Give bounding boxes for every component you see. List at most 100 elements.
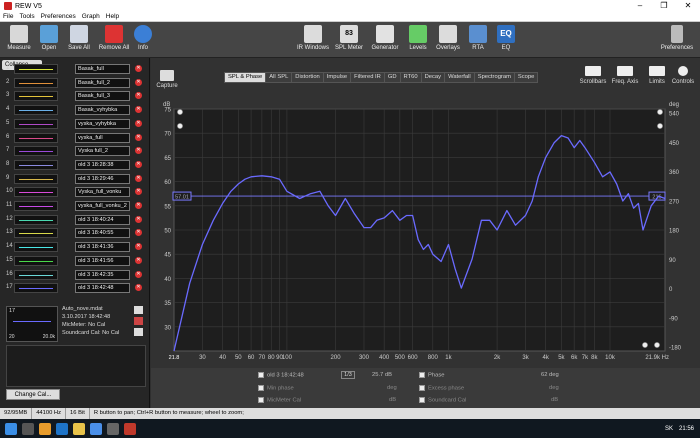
app-taskbar-icon[interactable] (107, 422, 119, 435)
explorer-icon[interactable] (73, 422, 85, 435)
menu-graph[interactable]: Graph (79, 13, 103, 20)
measurement-row[interactable]: 17 old 3 18:42:48 ✕ (0, 282, 148, 294)
eq-button[interactable]: EQ EQ (491, 25, 521, 57)
store-icon[interactable] (90, 422, 102, 435)
measurement-thumbnail[interactable] (14, 64, 58, 74)
edit-icon[interactable] (134, 317, 143, 325)
measurement-name-field[interactable]: old 3 18:41:36 (75, 242, 130, 253)
ir-windows-button[interactable]: IR Windows (296, 25, 330, 57)
measurement-name-field[interactable]: vyska_full (75, 132, 130, 143)
delete-measurement-icon[interactable]: ✕ (135, 284, 142, 292)
measurement-row[interactable]: 8 old 3 18:28:38 ✕ (0, 159, 148, 171)
menu-help[interactable]: Help (103, 13, 122, 20)
soundcard-cal-checkbox[interactable] (419, 397, 425, 403)
notes-icon[interactable] (134, 306, 143, 314)
save-all-button[interactable]: Save All (64, 25, 94, 57)
delete-measurement-icon[interactable]: ✕ (135, 270, 142, 278)
measurement-row[interactable]: 12 old 3 18:40:24 ✕ (0, 214, 148, 226)
delete-measurement-icon[interactable]: ✕ (135, 65, 142, 72)
measurement-name-field[interactable]: Basak_full_2 (75, 77, 130, 88)
menu-preferences[interactable]: Preferences (38, 13, 79, 20)
spl-chart[interactable]: 75 70 65 60 55 50 45 40 35 30 540 450 360 270 180 90 0 -9… (151, 58, 700, 368)
edge-icon[interactable] (56, 422, 68, 435)
tray-language[interactable]: SK (665, 426, 673, 432)
search-icon[interactable] (22, 422, 34, 435)
measurement-name-field[interactable]: old 3 18:28:38 (75, 159, 130, 170)
measurement-name-field[interactable]: old 3 18:40:24 (75, 214, 130, 225)
measurement-name-field[interactable]: Basak_vyhybka (75, 105, 130, 116)
measurement-row[interactable]: 7 Vyska full_2 ✕ (0, 145, 148, 157)
legend-row-excess-phase[interactable]: Excess phase (419, 385, 464, 392)
tray-clock[interactable]: 21:56 (679, 426, 694, 432)
measurement-name-field[interactable]: vyska_vyhybka (75, 118, 130, 129)
zoom-icon[interactable] (177, 123, 183, 129)
excess-phase-checkbox[interactable] (419, 385, 425, 391)
measurement-row[interactable]: 4 Basak_vyhybka ✕ (0, 104, 148, 116)
measurement-name-field[interactable]: old 3 18:41:56 (75, 255, 130, 266)
delete-measurement-icon[interactable]: ✕ (135, 188, 142, 196)
delete-measurement-icon[interactable]: ✕ (135, 78, 142, 86)
measurement-thumbnail[interactable] (14, 269, 58, 280)
legend-row-micmeter-cal[interactable]: MicMeter Cal (258, 397, 301, 404)
delete-measurement-icon[interactable]: ✕ (135, 147, 142, 155)
delete-measurement-icon[interactable]: ✕ (135, 229, 142, 237)
delete-measurement-icon[interactable]: ✕ (135, 256, 142, 264)
menu-file[interactable]: File (0, 13, 16, 20)
close-button[interactable]: ✕ (676, 0, 700, 12)
maximize-button[interactable]: ❐ (652, 0, 676, 12)
measurement-name-field[interactable]: Basak_full_3 (75, 91, 130, 102)
delete-measurement-icon[interactable]: ✕ (135, 243, 142, 251)
measurement-checkbox[interactable] (258, 372, 264, 378)
measurement-row[interactable]: 1 Basak_full ✕ (0, 63, 148, 75)
start-icon[interactable] (5, 422, 17, 435)
micmeter-cal-checkbox[interactable] (258, 397, 264, 403)
rew-taskbar-icon[interactable] (124, 422, 136, 435)
measurement-name-field[interactable]: vyska_full_vonku_2 (75, 201, 130, 211)
measurement-thumbnail[interactable] (14, 132, 58, 143)
measurement-thumbnail[interactable] (14, 228, 58, 239)
measurement-thumbnail[interactable] (14, 201, 58, 211)
measurement-name-field[interactable]: Basak_full (75, 64, 130, 74)
measurement-row[interactable]: 13 old 3 18:40:55 ✕ (0, 227, 148, 239)
measurement-name-field[interactable]: Vyska full_2 (75, 146, 130, 157)
legend-row-soundcard-cal[interactable]: Soundcard Cal (419, 397, 466, 404)
measurement-thumbnail[interactable] (14, 255, 58, 266)
measurement-name-field[interactable]: old 3 18:29:46 (75, 173, 130, 184)
legend-row-min-phase[interactable]: Min phase (258, 385, 294, 392)
notes-area[interactable] (6, 345, 146, 387)
copy-icon[interactable] (134, 328, 143, 336)
delete-measurement-icon[interactable]: ✕ (135, 119, 142, 127)
measurement-row[interactable]: 10 Vyska_full_vonku ✕ (0, 186, 148, 198)
delete-measurement-icon[interactable]: ✕ (135, 106, 142, 114)
measurement-row[interactable]: 16 old 3 18:42:35 ✕ (0, 269, 148, 281)
measurement-name-field[interactable]: Vyska_full_vonku (75, 187, 130, 198)
measurement-thumbnail[interactable] (14, 214, 58, 225)
generator-button[interactable]: Generator (369, 25, 401, 57)
delete-measurement-icon[interactable]: ✕ (135, 215, 142, 223)
zoom-icon[interactable] (654, 342, 660, 348)
measurement-row[interactable]: 14 old 3 18:41:36 ✕ (0, 241, 148, 253)
measurement-thumbnail[interactable] (14, 173, 58, 184)
rta-button[interactable]: RTA (463, 25, 493, 57)
legend-row-phase[interactable]: Phase (419, 372, 444, 379)
measurement-row[interactable]: 6 vyska_full ✕ (0, 132, 148, 144)
levels-button[interactable]: Levels (403, 25, 433, 57)
open-button[interactable]: Open (34, 25, 64, 57)
measurement-thumbnail[interactable] (14, 187, 58, 198)
minimize-button[interactable]: – (628, 0, 652, 12)
measurement-thumbnail[interactable] (14, 146, 58, 157)
measurement-thumbnail[interactable] (14, 91, 58, 102)
measurement-name-field[interactable]: old 3 18:42:35 (75, 269, 130, 280)
min-phase-checkbox[interactable] (258, 385, 264, 391)
delete-measurement-icon[interactable]: ✕ (135, 202, 142, 209)
delete-measurement-icon[interactable]: ✕ (135, 160, 142, 168)
change-cal-button[interactable]: Change Cal... (6, 389, 60, 400)
measurement-thumbnail[interactable] (14, 159, 58, 170)
preferences-button[interactable]: Preferences (658, 25, 696, 57)
measurement-row[interactable]: 9 old 3 18:29:46 ✕ (0, 173, 148, 185)
zoom-icon[interactable] (657, 109, 663, 115)
remove-all-button[interactable]: Remove All (96, 25, 132, 57)
smoothing-badge[interactable]: 1/3 (341, 371, 355, 379)
measurement-row[interactable]: 3 Basak_full_3 ✕ (0, 90, 148, 102)
measurement-row[interactable]: 2 Basak_full_2 ✕ (0, 77, 148, 89)
